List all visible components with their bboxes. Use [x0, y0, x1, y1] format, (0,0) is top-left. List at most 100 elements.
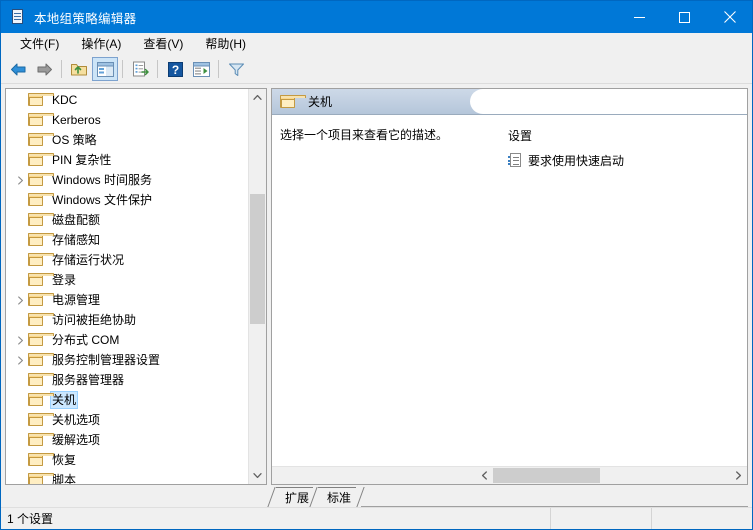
tree-item[interactable]: 登录 [6, 270, 266, 290]
tree-item[interactable]: 服务控制管理器设置 [6, 350, 266, 370]
back-button[interactable] [5, 57, 31, 81]
tree-item[interactable]: 存储运行状况 [6, 250, 266, 270]
help-button[interactable]: ? [162, 57, 188, 81]
hscroll-thumb[interactable] [493, 468, 600, 483]
tree-item-label: PIN 复杂性 [52, 153, 112, 167]
folder-icon [28, 193, 54, 207]
window-title: 本地组策略编辑器 [34, 11, 137, 26]
folder-icon [28, 473, 54, 484]
folder-icon [28, 353, 54, 367]
tree-item[interactable]: Windows 时间服务 [6, 170, 266, 190]
tree-item[interactable]: 脚本 [6, 470, 266, 484]
status-bar: 1 个设置 [1, 507, 752, 529]
up-folder-button[interactable] [66, 57, 92, 81]
export-list-button[interactable] [127, 57, 153, 81]
show-tree-button[interactable] [92, 57, 118, 81]
menu-action[interactable]: 操作(A) [70, 34, 132, 54]
folder-icon [280, 94, 306, 109]
scroll-up-button[interactable] [249, 89, 266, 106]
content-area: KDC Kerberos OS 策略 PIN 复杂性 Windows 时间服务 Windo… [1, 84, 752, 485]
tree-item[interactable]: 访问被拒绝协助 [6, 310, 266, 330]
tree-item[interactable]: 关机 [6, 390, 266, 410]
tree-item-label: 存储感知 [52, 233, 101, 247]
tab-standard-label: 标准 [327, 490, 352, 505]
settings-list-header: 设置 [508, 129, 533, 143]
toolbar-separator [122, 60, 123, 78]
folder-icon [28, 153, 54, 167]
expand-chevron-icon[interactable] [12, 332, 28, 348]
tab-extended-label: 扩展 [285, 490, 310, 505]
tree-item[interactable]: OS 策略 [6, 130, 266, 150]
tree-item-label: 登录 [52, 273, 77, 287]
policy-tree[interactable]: KDC Kerberos OS 策略 PIN 复杂性 Windows 时间服务 Windo… [6, 89, 266, 484]
tree-item[interactable]: 关机选项 [6, 410, 266, 430]
scroll-down-button[interactable] [249, 467, 266, 484]
minimize-button[interactable] [617, 1, 662, 33]
policy-setting-icon [508, 153, 522, 168]
scroll-right-button[interactable] [730, 467, 747, 484]
status-segment-2 [651, 508, 752, 529]
tree-item[interactable]: 恢复 [6, 450, 266, 470]
tree-item-label: 电源管理 [52, 293, 101, 307]
folder-icon [28, 313, 54, 327]
status-segment-1 [550, 508, 651, 529]
details-horizontal-scrollbar[interactable] [272, 466, 747, 484]
expand-chevron-icon[interactable] [12, 292, 28, 308]
maximize-button[interactable] [662, 1, 707, 33]
tree-item[interactable]: Windows 文件保护 [6, 190, 266, 210]
status-text: 1 个设置 [7, 512, 54, 526]
tree-item[interactable]: 磁盘配额 [6, 210, 266, 230]
tree-item[interactable]: 存储感知 [6, 230, 266, 250]
tree-item[interactable]: Kerberos [6, 110, 266, 130]
properties-button[interactable] [188, 57, 214, 81]
description-text: 选择一个项目来查看它的描述。 [280, 128, 449, 142]
tree-item[interactable]: 电源管理 [6, 290, 266, 310]
filter-button[interactable] [223, 57, 249, 81]
tree-item-label: KDC [52, 93, 78, 107]
tree-scrollbar-thumb[interactable] [250, 194, 265, 324]
policy-editor-icon [10, 9, 26, 25]
folder-icon [28, 173, 54, 187]
folder-icon [28, 253, 54, 267]
tree-item-label: 分布式 COM [52, 333, 120, 347]
tree-item-label: 关机 [50, 391, 79, 409]
details-body: 选择一个项目来查看它的描述。 设置 要求使用快速启动 [272, 115, 747, 466]
settings-list: 设置 要求使用快速启动 [496, 115, 747, 466]
menu-help[interactable]: 帮助(H) [194, 34, 257, 54]
close-button[interactable] [707, 1, 752, 33]
tree-item-label: 缓解选项 [52, 433, 101, 447]
tree-item[interactable]: PIN 复杂性 [6, 150, 266, 170]
scroll-left-button[interactable] [476, 467, 493, 484]
toolbar-separator [218, 60, 219, 78]
tree-item-label: 磁盘配额 [52, 213, 101, 227]
folder-icon [28, 93, 54, 107]
menu-view[interactable]: 查看(V) [132, 34, 194, 54]
toolbar-separator [61, 60, 62, 78]
setting-item-fast-startup[interactable]: 要求使用快速启动 [508, 152, 747, 169]
folder-icon [28, 273, 54, 287]
tree-item-label: Windows 文件保护 [52, 193, 153, 207]
group-policy-editor-window: 本地组策略编辑器 文件(F) 操作(A) 查看(V) 帮助(H) ? KDC K… [0, 0, 753, 530]
tree-vertical-scrollbar[interactable] [248, 89, 266, 484]
menu-file[interactable]: 文件(F) [9, 34, 70, 54]
folder-icon [28, 453, 54, 467]
tree-item-label: OS 策略 [52, 133, 97, 147]
folder-icon [28, 433, 54, 447]
tree-item[interactable]: KDC [6, 90, 266, 110]
menu-bar: 文件(F) 操作(A) 查看(V) 帮助(H) [1, 33, 752, 55]
folder-icon [28, 293, 54, 307]
forward-button[interactable] [31, 57, 57, 81]
folder-icon [28, 213, 54, 227]
toolbar-separator [157, 60, 158, 78]
tab-standard[interactable]: 标准 [309, 487, 365, 507]
expand-chevron-icon[interactable] [12, 352, 28, 368]
folder-icon [28, 133, 54, 147]
folder-icon [28, 373, 54, 387]
tree-item[interactable]: 缓解选项 [6, 430, 266, 450]
tree-item-label: 关机选项 [52, 413, 101, 427]
tree-item[interactable]: 服务器管理器 [6, 370, 266, 390]
hscroll-track[interactable] [493, 467, 730, 484]
details-pane: 关机 选择一个项目来查看它的描述。 设置 要求使用快速启动 [271, 88, 748, 485]
tree-item[interactable]: 分布式 COM [6, 330, 266, 350]
expand-chevron-icon[interactable] [12, 172, 28, 188]
